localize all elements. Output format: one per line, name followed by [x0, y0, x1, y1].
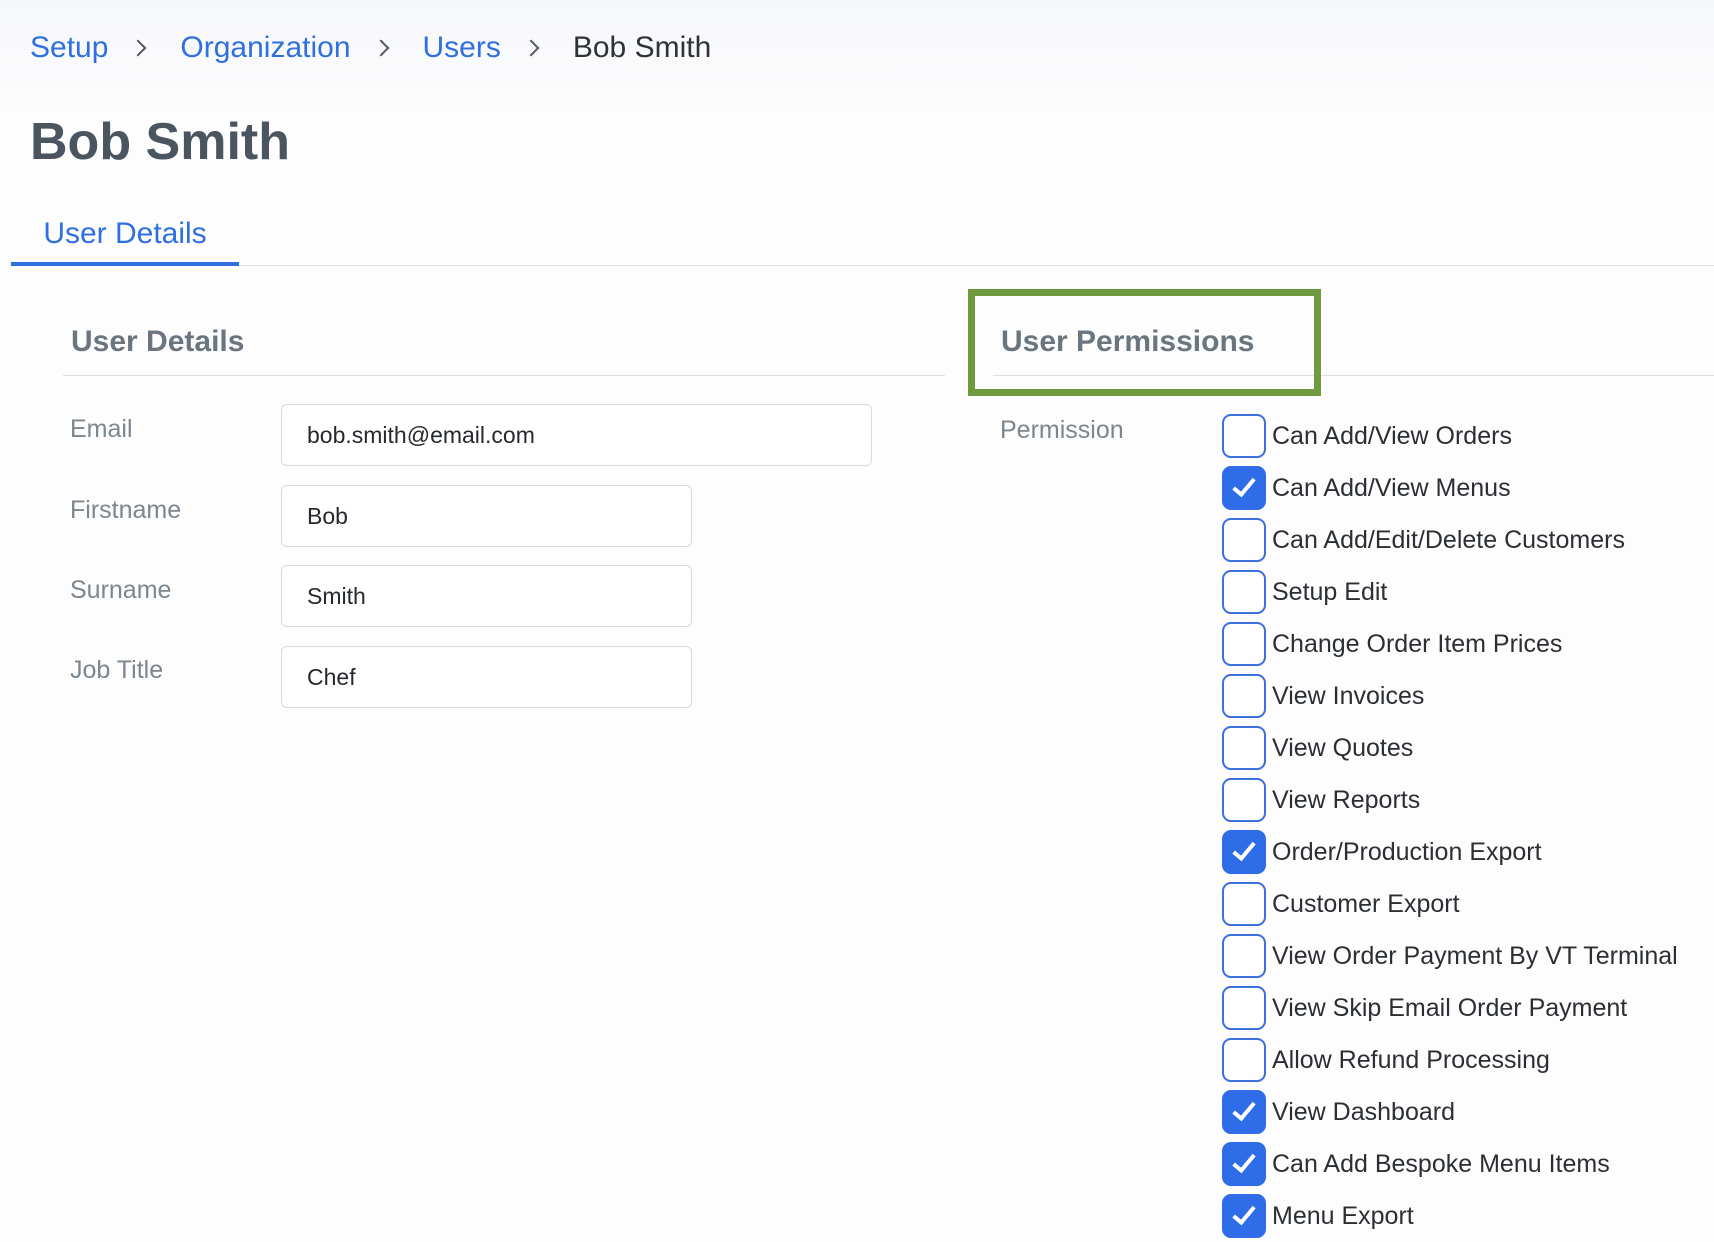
chevron-right-icon — [129, 39, 147, 57]
permission-item[interactable]: Menu Export — [1222, 1190, 1678, 1242]
permission-item-label: View Skip Email Order Payment — [1272, 993, 1628, 1022]
permission-item-label: View Order Payment By VT Terminal — [1272, 941, 1678, 970]
permission-item[interactable]: View Dashboard — [1222, 1086, 1678, 1138]
permission-item-label: View Quotes — [1272, 733, 1414, 762]
permission-item[interactable]: Order/Production Export — [1222, 826, 1678, 878]
checkmark-icon — [1232, 472, 1256, 498]
permission-item[interactable]: View Quotes — [1222, 722, 1678, 774]
chevron-right-icon — [372, 39, 390, 57]
page-title: Bob Smith — [30, 113, 290, 171]
checkmark-icon — [1232, 1200, 1256, 1226]
email-field[interactable] — [281, 404, 872, 466]
permission-checkbox[interactable] — [1222, 466, 1266, 510]
permission-item[interactable]: Change Order Item Prices — [1222, 618, 1678, 670]
tab-user-details[interactable]: User Details — [11, 210, 239, 266]
permission-item-label: Can Add Bespoke Menu Items — [1272, 1149, 1610, 1178]
permission-checkbox[interactable] — [1222, 830, 1266, 874]
permission-item-label: View Invoices — [1272, 681, 1425, 710]
email-label: Email — [70, 415, 133, 443]
checkmark-icon — [1232, 836, 1256, 862]
permission-checkbox[interactable] — [1222, 934, 1266, 978]
permission-checkbox[interactable] — [1222, 726, 1266, 770]
permission-checkbox[interactable] — [1222, 882, 1266, 926]
permission-item[interactable]: Setup Edit — [1222, 566, 1678, 618]
tab-bar: User Details — [11, 210, 1714, 266]
breadcrumb-users-link[interactable]: Users — [423, 31, 501, 65]
permission-item[interactable]: Can Add Bespoke Menu Items — [1222, 1138, 1678, 1190]
breadcrumb-current: Bob Smith — [572, 31, 712, 64]
permission-item-label: Customer Export — [1272, 889, 1460, 918]
permission-checkbox[interactable] — [1222, 986, 1266, 1030]
permission-item-label: Change Order Item Prices — [1272, 629, 1563, 658]
permission-checkbox[interactable] — [1222, 1038, 1266, 1082]
section-divider — [63, 375, 945, 376]
permission-list: Can Add/View Orders Can Add/View Menus Can… — [1222, 410, 1678, 1242]
breadcrumb-setup-link[interactable]: Setup — [30, 31, 108, 65]
surname-label: Surname — [70, 576, 172, 604]
permission-item-label: Can Add/View Orders — [1272, 421, 1512, 450]
permission-item[interactable]: Can Add/Edit/Delete Customers — [1222, 514, 1678, 566]
permission-item-label: View Reports — [1272, 785, 1421, 814]
firstname-field[interactable] — [281, 485, 692, 547]
permission-checkbox[interactable] — [1222, 518, 1266, 562]
checkmark-icon — [1232, 1096, 1256, 1122]
firstname-label: Firstname — [70, 496, 182, 524]
job-title-field[interactable] — [281, 646, 692, 708]
permission-item-label: Allow Refund Processing — [1272, 1045, 1550, 1074]
permission-item[interactable]: Can Add/View Orders — [1222, 410, 1678, 462]
breadcrumb-organization-link[interactable]: Organization — [180, 31, 350, 65]
permission-item[interactable]: View Reports — [1222, 774, 1678, 826]
job-title-label: Job Title — [70, 656, 164, 684]
permission-checkbox[interactable] — [1222, 1194, 1266, 1238]
permission-checkbox[interactable] — [1222, 414, 1266, 458]
user-details-section-title: User Details — [71, 325, 245, 358]
permission-checkbox[interactable] — [1222, 674, 1266, 718]
permission-item[interactable]: Can Add/View Menus — [1222, 462, 1678, 514]
permission-item[interactable]: Allow Refund Processing — [1222, 1034, 1678, 1086]
permission-item-label: Can Add/View Menus — [1272, 473, 1511, 502]
surname-field[interactable] — [281, 565, 692, 627]
breadcrumb: Setup Organization Users Bob Smith — [30, 28, 711, 68]
permission-checkbox[interactable] — [1222, 1142, 1266, 1186]
permission-item[interactable]: View Skip Email Order Payment — [1222, 982, 1678, 1034]
permission-item-label: Setup Edit — [1272, 577, 1388, 606]
permission-item[interactable]: Customer Export — [1222, 878, 1678, 930]
highlight-annotation-box — [968, 289, 1321, 396]
permission-checkbox[interactable] — [1222, 622, 1266, 666]
checkmark-icon — [1232, 1148, 1256, 1174]
permission-item[interactable]: View Invoices — [1222, 670, 1678, 722]
permission-item-label: Can Add/Edit/Delete Customers — [1272, 525, 1625, 554]
permission-item[interactable]: View Order Payment By VT Terminal — [1222, 930, 1678, 982]
chevron-right-icon — [522, 39, 540, 57]
permission-checkbox[interactable] — [1222, 570, 1266, 614]
permission-item-label: Order/Production Export — [1272, 837, 1542, 866]
permission-item-label: View Dashboard — [1272, 1097, 1455, 1126]
permission-label: Permission — [1000, 416, 1124, 444]
permission-checkbox[interactable] — [1222, 778, 1266, 822]
permission-checkbox[interactable] — [1222, 1090, 1266, 1134]
permission-item-label: Menu Export — [1272, 1201, 1414, 1230]
